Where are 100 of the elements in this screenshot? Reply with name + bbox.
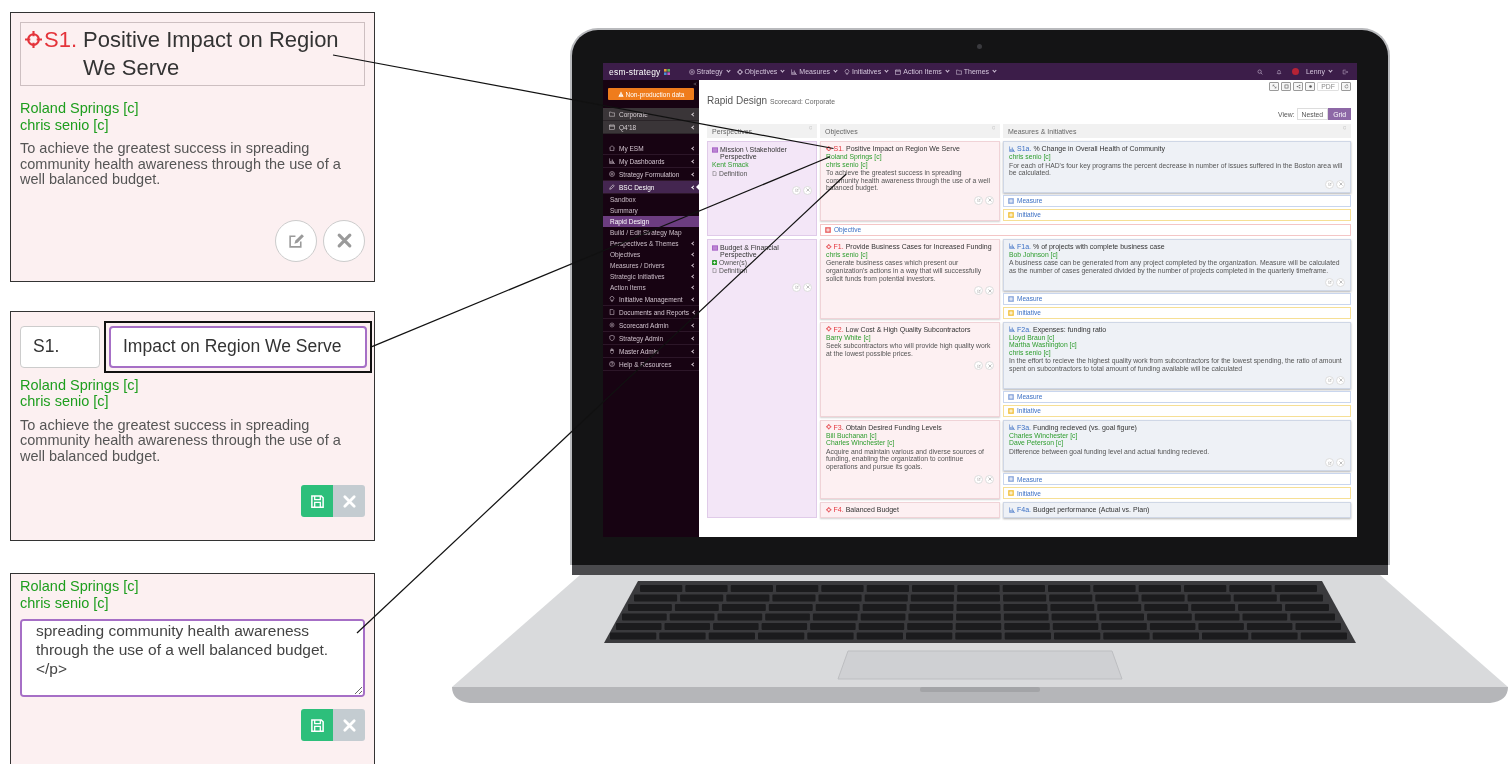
document-icon (609, 309, 615, 315)
x-icon (1338, 460, 1343, 465)
x-icon (341, 717, 357, 733)
edit-button[interactable] (1325, 277, 1334, 287)
code-input[interactable]: S1. (20, 325, 100, 368)
delete-button[interactable] (803, 282, 812, 292)
delete-button[interactable] (1336, 277, 1345, 287)
warning-icon (617, 91, 624, 97)
avatar (1291, 68, 1299, 75)
toolbar-button[interactable] (1293, 81, 1303, 91)
crosshair-icon (826, 145, 832, 152)
logo-text: esm-strategy (609, 66, 661, 77)
edit-icon (794, 188, 799, 193)
edit-icon (794, 285, 799, 290)
edit-button[interactable] (974, 195, 983, 205)
edit-icon (287, 232, 305, 250)
double-chevron-icon[interactable] (693, 82, 697, 86)
delete-button[interactable] (803, 185, 812, 195)
delete-button[interactable] (985, 195, 994, 205)
crosshair-icon (826, 326, 832, 332)
crosshair-icon (736, 68, 743, 75)
plus-icon (1008, 309, 1014, 316)
share-icon (1295, 83, 1301, 89)
owner-name: Roland Springs [c] (20, 578, 140, 595)
bar-chart-icon (1009, 243, 1015, 250)
search-icon[interactable] (1256, 68, 1263, 75)
lightbulb-icon (844, 68, 851, 75)
edit-button[interactable] (792, 185, 801, 195)
edit-button[interactable] (1325, 458, 1334, 468)
edit-icon (1327, 460, 1332, 465)
bar-chart-icon (791, 68, 798, 75)
owner-name: chris senio [c] (20, 393, 110, 410)
refresh-button[interactable] (1341, 81, 1351, 91)
x-icon (1338, 182, 1343, 187)
plus-icon (1008, 295, 1014, 302)
toolbar-button[interactable] (1269, 81, 1279, 91)
edit-button[interactable] (974, 361, 983, 371)
delete-button[interactable] (1336, 375, 1345, 385)
target-icon (609, 171, 615, 177)
plus-icon (712, 259, 717, 265)
edit-button[interactable] (974, 474, 983, 484)
bar-chart-icon (1009, 424, 1015, 431)
folder-icon (609, 111, 615, 117)
shield-icon (609, 335, 615, 341)
document-icon (712, 170, 717, 176)
cancel-button[interactable] (333, 709, 365, 741)
delete-button[interactable] (985, 286, 994, 296)
document-icon (712, 267, 717, 273)
edit-icon (976, 363, 981, 368)
edit-button[interactable] (974, 286, 983, 296)
x-icon (1338, 378, 1343, 383)
dot-icon (1307, 83, 1313, 89)
edit-button[interactable] (275, 219, 317, 262)
crosshair-icon (826, 424, 832, 430)
save-button[interactable] (301, 485, 333, 517)
gear-icon (609, 322, 615, 328)
delete-button[interactable] (985, 474, 994, 484)
objective-title: Positive Impact on Region We Serve (83, 26, 340, 82)
cancel-button[interactable] (333, 485, 365, 517)
delete-button[interactable] (323, 219, 365, 262)
delete-button[interactable] (1336, 179, 1345, 189)
delete-button[interactable] (985, 361, 994, 371)
save-icon (309, 717, 325, 733)
toolbar-button[interactable] (1305, 81, 1315, 91)
edit-icon (976, 198, 981, 203)
toolbar-button[interactable] (1281, 81, 1291, 91)
edit-icon (1327, 378, 1332, 383)
hand-icon (609, 348, 615, 354)
plus-icon (1008, 490, 1014, 497)
refresh-icon (1343, 83, 1349, 89)
page-title: Rapid Design (707, 95, 768, 106)
bell-icon[interactable] (1275, 68, 1282, 75)
save-button[interactable] (301, 709, 333, 741)
mosaic-icon (663, 68, 670, 75)
objective-description: To achieve the greatest success in spreading community health awareness through the use of a well balanced budget. (20, 141, 342, 188)
x-icon (987, 198, 992, 203)
plus-icon (1008, 407, 1014, 414)
owner-name: chris senio [c] (20, 116, 110, 133)
save-icon (309, 493, 325, 509)
title-input[interactable]: Impact on Region We Serve (109, 325, 367, 368)
expand-icon (1271, 83, 1277, 89)
folder-icon (955, 68, 962, 75)
edit-button[interactable] (1325, 375, 1334, 385)
crosshair-icon (25, 31, 42, 48)
help-icon (609, 361, 615, 367)
calendar-icon (895, 68, 902, 75)
logout-icon[interactable] (1342, 68, 1348, 75)
x-icon (805, 285, 810, 290)
plus-icon (1008, 476, 1014, 483)
description-input[interactable]: spreading community health awareness through the use of a well balanced budget. </p> (20, 619, 365, 697)
lightbulb-icon (609, 296, 615, 302)
delete-button[interactable] (1336, 458, 1345, 468)
plus-icon (1008, 393, 1014, 400)
crosshair-icon (826, 507, 832, 513)
objective-description: To achieve the greatest success in spreading community health awareness through the use of a well balanced budget. (20, 417, 342, 465)
plus-icon (825, 226, 831, 233)
calendar-icon (609, 124, 615, 130)
edit-button[interactable] (792, 282, 801, 292)
list-icon (712, 244, 718, 251)
edit-button[interactable] (1325, 179, 1334, 189)
